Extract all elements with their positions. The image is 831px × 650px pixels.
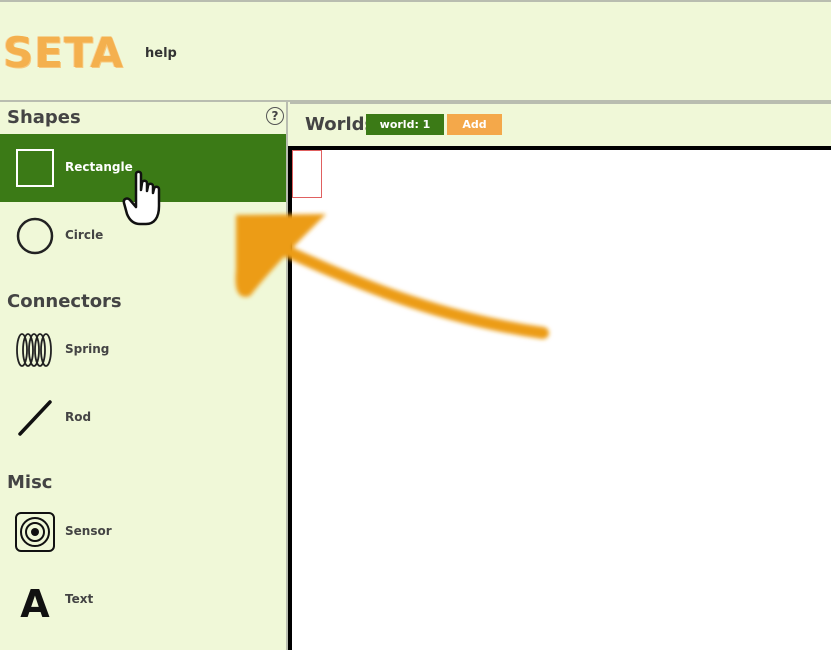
tool-label-spring: Spring (65, 342, 110, 356)
tool-label-circle: Circle (65, 228, 104, 242)
world-canvas[interactable] (288, 146, 831, 650)
tool-sensor[interactable]: Sensor (0, 498, 286, 566)
tool-text[interactable]: A Text (0, 566, 286, 634)
spring-icon (16, 333, 52, 367)
add-world-button[interactable]: Add (447, 114, 502, 135)
tools-sidebar: Shapes ? Rectangle Circle Connectors Spr… (0, 102, 288, 650)
app-header: SETA help (0, 0, 831, 102)
text-icon: A (20, 582, 50, 620)
rod-icon (18, 400, 52, 436)
help-button[interactable]: ? (266, 107, 284, 125)
worlds-title: Worlds (305, 114, 376, 135)
worlds-bar: Worlds world: 1 Add (290, 102, 831, 146)
app-logo: SETA (3, 28, 124, 77)
tool-label-text: Text (65, 592, 94, 606)
tool-label-sensor: Sensor (65, 524, 112, 538)
section-title-connectors: Connectors (7, 291, 122, 312)
svg-text:A: A (20, 582, 50, 620)
sensor-icon (15, 512, 55, 552)
tool-rod[interactable]: Rod (0, 384, 286, 452)
section-title-misc: Misc (7, 472, 53, 493)
tool-label-rectangle: Rectangle (65, 160, 133, 174)
rectangle-icon (16, 149, 54, 187)
help-link[interactable]: help (145, 46, 177, 61)
tool-rectangle[interactable]: Rectangle (0, 134, 286, 202)
drawn-rectangle[interactable] (292, 150, 322, 198)
tool-spring[interactable]: Spring (0, 316, 286, 384)
world-tab[interactable]: world: 1 (366, 114, 444, 135)
tool-label-rod: Rod (65, 410, 92, 424)
section-title-shapes: Shapes (7, 107, 81, 128)
tool-circle[interactable]: Circle (0, 202, 286, 270)
circle-icon (16, 217, 54, 255)
